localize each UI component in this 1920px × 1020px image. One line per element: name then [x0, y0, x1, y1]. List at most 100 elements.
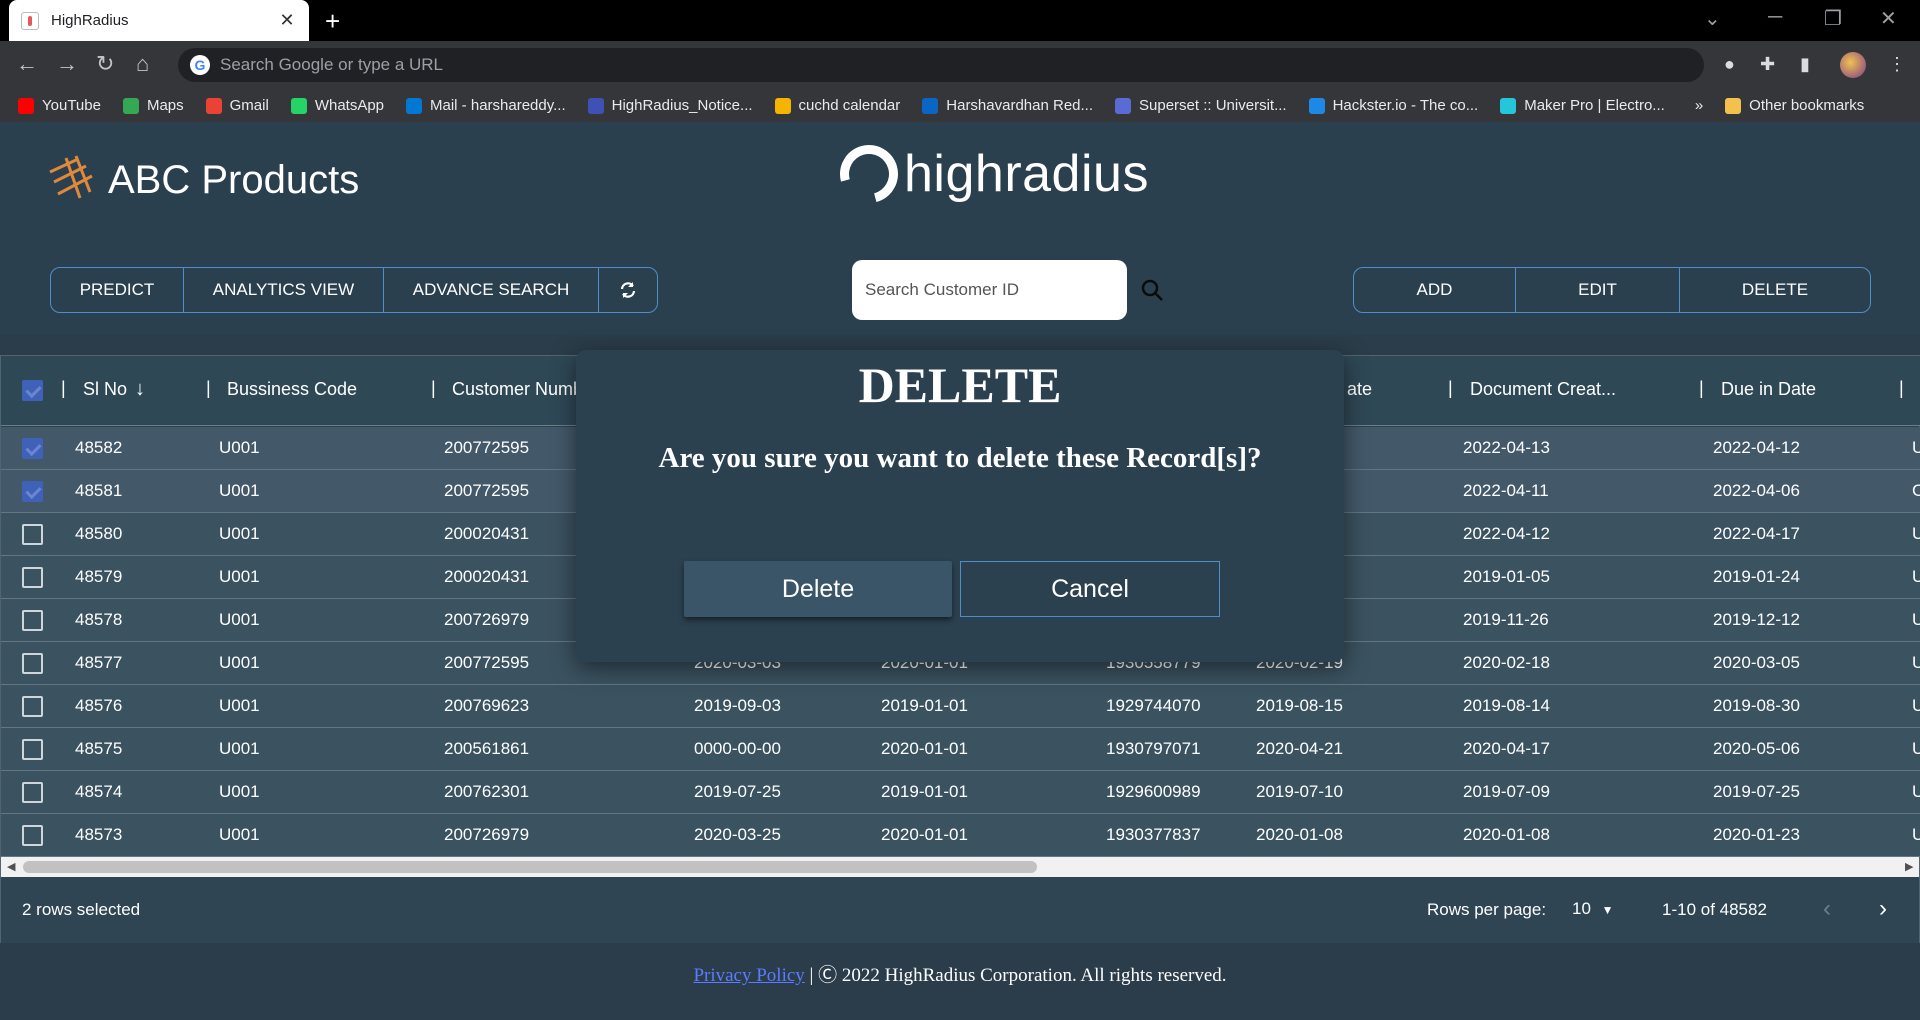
col-header-document-create-date[interactable]: Document Creat... — [1470, 379, 1616, 400]
customer-id-search-input[interactable]: Search Customer ID — [852, 260, 1127, 320]
reload-icon[interactable]: ↻ — [96, 51, 114, 77]
cell-posting-date: 2020-04-21 — [1256, 739, 1343, 758]
table-row[interactable]: 48576 U001 200769623 2019-09-03 2019-01-01 19… — [1, 685, 1920, 728]
row-checkbox[interactable] — [22, 438, 43, 459]
restore-icon[interactable]: ❐ — [1824, 6, 1842, 31]
table-row[interactable]: 48575 U001 200561861 0000-00-00 2020-01-01 19… — [1, 728, 1920, 771]
bookmark-item[interactable]: cuchd calendar — [774, 97, 900, 114]
tab-search-icon[interactable]: ⌄ — [1704, 6, 1721, 31]
row-checkbox[interactable] — [22, 610, 43, 631]
row-checkbox[interactable] — [22, 567, 43, 588]
bookmark-item[interactable]: Mail - harshareddy... — [406, 97, 566, 114]
row-checkbox[interactable] — [22, 782, 43, 803]
bookmark-item[interactable]: Maker Pro | Electro... — [1500, 97, 1665, 114]
cell-customer-number: 200561861 — [444, 739, 530, 758]
tab-title: HighRadius — [51, 12, 129, 29]
new-tab-icon[interactable]: + — [325, 6, 340, 37]
bookmark-favicon-icon — [122, 97, 139, 114]
table-row[interactable]: 48573 U001 200726979 2020-03-25 2020-01-01 19… — [1, 814, 1920, 857]
rows-per-page-select[interactable]: 10 ▼ — [1572, 899, 1614, 919]
refresh-icon — [620, 282, 636, 298]
more-bookmarks-icon[interactable]: » — [1695, 97, 1703, 114]
row-checkbox[interactable] — [22, 825, 43, 846]
side-panel-icon[interactable]: ▮ — [1800, 54, 1810, 75]
bookmark-item[interactable]: HighRadius_Notice... — [587, 97, 753, 114]
select-all-checkbox[interactable] — [22, 380, 43, 401]
col-header-sl-no[interactable]: Sl No — [83, 379, 127, 400]
confirm-delete-button[interactable]: Delete — [684, 561, 952, 617]
bookmark-favicon-icon — [1500, 97, 1517, 114]
table-row[interactable]: 48574 U001 200762301 2019-07-25 2019-01-01 19… — [1, 771, 1920, 814]
advance-search-button[interactable]: ADVANCE SEARCH — [384, 268, 599, 312]
next-page-icon[interactable]: › — [1879, 895, 1887, 923]
row-checkbox[interactable] — [22, 739, 43, 760]
row-checkbox[interactable] — [22, 481, 43, 502]
cell-customer-number: 200772595 — [444, 438, 530, 457]
bookmark-item[interactable]: Gmail — [205, 97, 269, 114]
bookmark-item[interactable]: Maps — [122, 97, 184, 114]
col-header-customer-number[interactable]: Customer Numb — [452, 379, 583, 400]
bookmark-item[interactable]: Harshavardhan Red... — [922, 97, 1093, 114]
cell-sl-no: 48582 — [75, 438, 123, 457]
cell-invoice-currency: U — [1912, 653, 1920, 672]
delete-button[interactable]: DELETE — [1680, 268, 1870, 312]
sort-arrow-icon[interactable]: ↓ — [135, 378, 145, 401]
incognito-icon[interactable]: ● — [1724, 54, 1735, 75]
other-bookmarks-label: Other bookmarks — [1749, 97, 1865, 114]
grid-footer: 2 rows selected Rows per page: 10 ▼ 1-10… — [1, 877, 1919, 943]
cell-document-create-date: 2022-04-12 — [1463, 524, 1550, 543]
bookmark-favicon-icon — [774, 97, 791, 114]
scroll-right-icon[interactable]: ▶ — [1905, 860, 1913, 873]
bookmark-favicon-icon — [922, 97, 939, 114]
row-checkbox[interactable] — [22, 696, 43, 717]
cell-due-in-date: 2019-01-24 — [1713, 567, 1800, 586]
horizontal-scrollbar[interactable]: ◀ ▶ — [1, 857, 1919, 877]
extensions-icon[interactable]: ✚ — [1760, 54, 1775, 75]
edit-button[interactable]: EDIT — [1516, 268, 1680, 312]
profile-avatar[interactable] — [1840, 52, 1866, 78]
predict-button[interactable]: PREDICT — [51, 268, 184, 312]
browser-tab[interactable]: HighRadius ✕ — [9, 0, 309, 41]
tab-favicon-icon — [21, 11, 39, 30]
cell-sl-no: 48574 — [75, 782, 123, 801]
bookmark-item[interactable]: Hackster.io - The co... — [1308, 97, 1478, 114]
right-button-group: ADD EDIT DELETE — [1353, 267, 1871, 313]
scrollbar-thumb[interactable] — [23, 861, 1037, 873]
home-icon[interactable]: ⌂ — [136, 51, 149, 77]
other-bookmarks[interactable]: Other bookmarks — [1725, 97, 1864, 114]
col-header-business-code[interactable]: Bussiness Code — [227, 379, 357, 400]
address-bar[interactable]: G Search Google or type a URL — [178, 48, 1704, 82]
cell-doc-id: 1929744070 — [1106, 696, 1201, 715]
privacy-policy-link[interactable]: Privacy Policy — [693, 965, 804, 986]
bookmark-favicon-icon — [1308, 97, 1325, 114]
bookmark-label: Maker Pro | Electro... — [1524, 97, 1665, 114]
bookmark-item[interactable]: WhatsApp — [290, 97, 384, 114]
menu-icon[interactable]: ⋮ — [1888, 54, 1906, 75]
close-tab-icon[interactable]: ✕ — [277, 10, 297, 31]
cancel-button[interactable]: Cancel — [960, 561, 1220, 617]
back-icon[interactable]: ← — [16, 51, 38, 77]
analytics-view-button[interactable]: ANALYTICS VIEW — [184, 268, 384, 312]
search-icon[interactable] — [1140, 278, 1164, 302]
forward-icon[interactable]: → — [56, 51, 78, 77]
scroll-left-icon[interactable]: ◀ — [7, 860, 15, 873]
prev-page-icon[interactable]: ‹ — [1823, 895, 1831, 923]
bookmark-label: Harshavardhan Red... — [946, 97, 1094, 114]
row-checkbox[interactable] — [22, 524, 43, 545]
bookmark-label: YouTube — [42, 97, 101, 114]
cell-business-code: U001 — [219, 567, 260, 586]
cell-business-year: 2019-01-01 — [881, 696, 968, 715]
dialog-message: Are you sure you want to delete these Re… — [658, 442, 1262, 474]
cell-due-in-date: 2022-04-12 — [1713, 438, 1800, 457]
cell-sl-no: 48575 — [75, 739, 123, 758]
window-close-icon[interactable]: ✕ — [1880, 6, 1897, 31]
cell-invoice-currency: U — [1912, 782, 1920, 801]
bookmark-item[interactable]: YouTube — [18, 97, 101, 114]
row-checkbox[interactable] — [22, 653, 43, 674]
bookmark-item[interactable]: Superset :: Universit... — [1115, 97, 1287, 114]
refresh-button[interactable] — [599, 268, 657, 312]
add-button[interactable]: ADD — [1354, 268, 1516, 312]
minimize-icon[interactable]: ─ — [1768, 6, 1782, 29]
col-header-due-in-date[interactable]: Due in Date — [1721, 379, 1816, 400]
col-header-date[interactable]: ate — [1347, 379, 1372, 400]
